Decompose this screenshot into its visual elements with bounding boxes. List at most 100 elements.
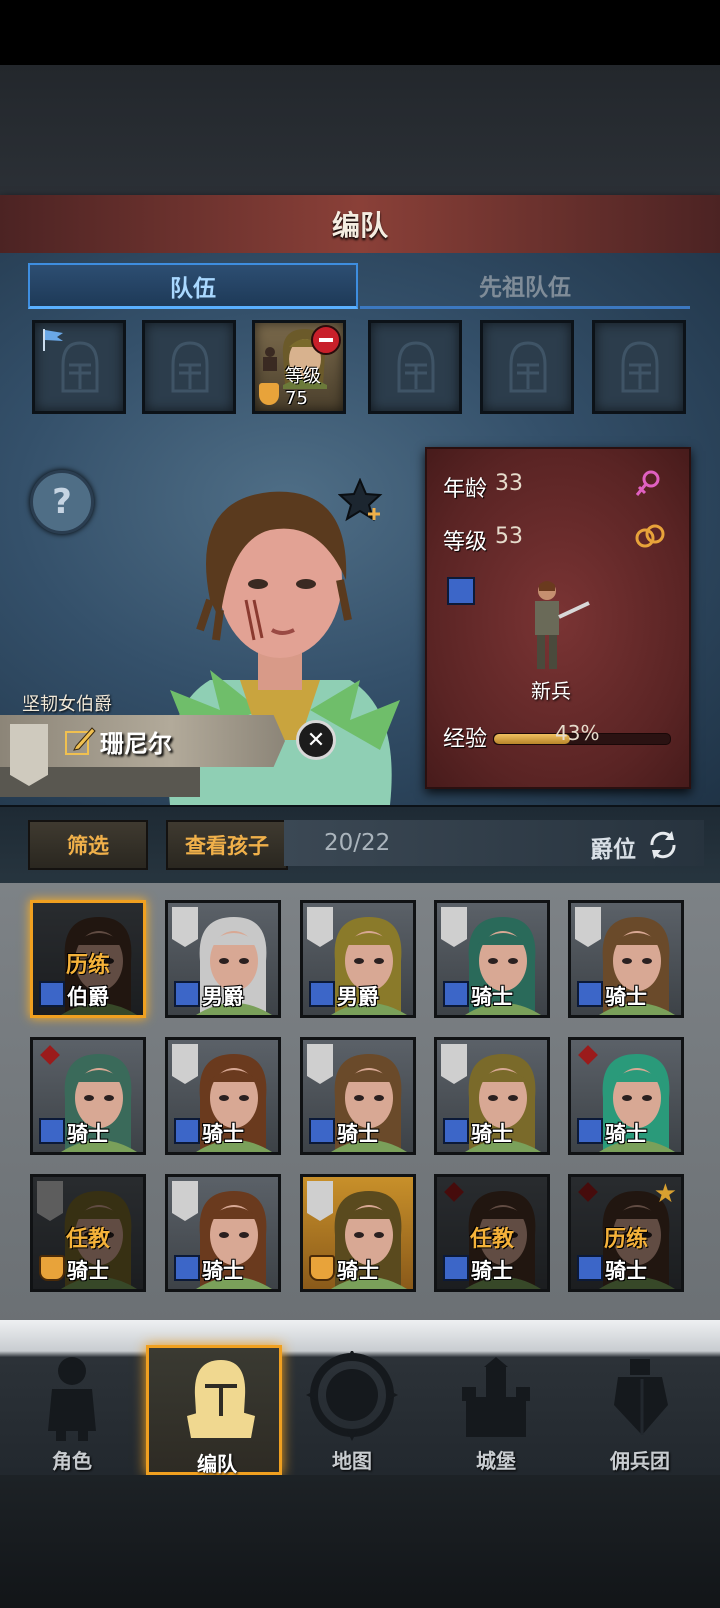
family-banner-icon bbox=[575, 1181, 601, 1221]
family-banner-icon bbox=[37, 1181, 63, 1221]
hero-rank-label: 骑士 bbox=[67, 1259, 109, 1283]
roster-hero-card[interactable]: 骑士 任教 bbox=[30, 1174, 146, 1292]
sword-class-icon bbox=[447, 577, 475, 605]
roster-hero-card[interactable]: 骑士 bbox=[568, 1037, 684, 1155]
exp-percent: 43% bbox=[555, 721, 600, 745]
family-banner-icon bbox=[307, 1044, 333, 1084]
hero-rank-label: 骑士 bbox=[605, 1122, 647, 1146]
compass-map-icon bbox=[306, 1351, 398, 1441]
hero-rank-label: 骑士 bbox=[605, 985, 647, 1009]
remove-from-team-button[interactable] bbox=[311, 325, 341, 355]
family-banner-icon bbox=[172, 1044, 198, 1084]
filter-button[interactable]: 筛选 bbox=[28, 820, 148, 870]
recruit-figure bbox=[535, 581, 590, 669]
helmet-placeholder-icon bbox=[61, 341, 99, 393]
nav-mercenary[interactable]: 佣兵团 bbox=[572, 1345, 708, 1475]
hero-class: 新兵 bbox=[531, 679, 571, 703]
family-banner-icon bbox=[575, 1044, 601, 1084]
nav-character-label: 角色 bbox=[52, 1449, 92, 1473]
level-label: 等级 bbox=[443, 530, 488, 555]
exp-label: 经验 bbox=[443, 727, 488, 752]
roster-hero-card[interactable]: 骑士 bbox=[30, 1037, 146, 1155]
roster-hero-card[interactable]: 骑士 bbox=[434, 900, 550, 1018]
family-banner-icon bbox=[172, 1181, 198, 1221]
nav-formation[interactable]: 编队 bbox=[146, 1345, 282, 1476]
sword-class-icon bbox=[443, 981, 469, 1007]
sword-class-icon bbox=[443, 1118, 469, 1144]
helmet-placeholder-icon bbox=[509, 341, 547, 393]
roster-hero-card[interactable]: 骑士 bbox=[300, 1174, 416, 1292]
sword-class-icon bbox=[443, 1255, 469, 1281]
roster-hero-card[interactable]: 伯爵 历练 bbox=[30, 900, 146, 1018]
sword-class-icon bbox=[577, 1255, 603, 1281]
shield-icon bbox=[309, 1255, 335, 1281]
hero-status-label: 历练 bbox=[65, 953, 110, 978]
sword-class-icon bbox=[577, 1118, 603, 1144]
bottom-background bbox=[0, 1475, 720, 1608]
family-banner-icon bbox=[441, 1181, 467, 1221]
nav-character[interactable]: 角色 bbox=[4, 1345, 140, 1475]
hero-title: 坚韧女伯爵 bbox=[22, 694, 112, 715]
tab-team[interactable]: 队伍 bbox=[28, 263, 358, 309]
roster-hero-card[interactable]: ★ 骑士 历练 bbox=[568, 1174, 684, 1292]
star-icon: ★ bbox=[653, 1179, 677, 1209]
female-icon bbox=[635, 470, 660, 496]
roster-hero-card[interactable]: 骑士 bbox=[568, 900, 684, 1018]
slot-level: 等级75 bbox=[285, 366, 321, 409]
sort-by-rank-label[interactable]: 爵位 bbox=[590, 830, 636, 864]
hero-rank-label: 骑士 bbox=[471, 1259, 513, 1283]
roster-hero-card[interactable]: 骑士 bbox=[165, 1174, 281, 1292]
sword-class-icon bbox=[309, 981, 335, 1007]
team-slot-6[interactable] bbox=[592, 320, 686, 414]
shield-icon bbox=[259, 383, 279, 405]
castle-icon bbox=[462, 1357, 530, 1437]
nav-mercenary-label: 佣兵团 bbox=[610, 1449, 670, 1473]
family-banner-icon bbox=[37, 1044, 63, 1084]
hero-stats-card: 年龄 33 等级 53 新兵 经验 43% bbox=[425, 447, 691, 789]
nav-formation-label: 编队 bbox=[197, 1452, 237, 1476]
dismiss-hero-button[interactable]: ✕ bbox=[296, 720, 336, 760]
roster-hero-card[interactable]: 骑士 bbox=[165, 1037, 281, 1155]
header-bar: 编队 bbox=[0, 195, 720, 256]
family-banner-icon bbox=[307, 1181, 333, 1221]
hero-status-label: 任教 bbox=[469, 1227, 514, 1252]
refresh-sort-icon[interactable] bbox=[646, 828, 680, 862]
nav-castle[interactable]: 城堡 bbox=[428, 1345, 564, 1475]
nav-castle-label: 城堡 bbox=[476, 1449, 516, 1473]
view-children-button[interactable]: 查看孩子 bbox=[166, 820, 288, 870]
team-slot-2[interactable] bbox=[142, 320, 236, 414]
hero-rank-label: 骑士 bbox=[202, 1122, 244, 1146]
nav-map-label: 地图 bbox=[332, 1449, 372, 1473]
helmet-placeholder-icon bbox=[621, 341, 659, 393]
top-background bbox=[0, 65, 720, 195]
edit-name-icon[interactable] bbox=[64, 724, 96, 756]
sword-class-icon bbox=[39, 1118, 65, 1144]
team-slot-3[interactable]: 等级75 bbox=[252, 320, 346, 414]
knight-armor-icon bbox=[48, 1357, 96, 1441]
team-slot-1[interactable] bbox=[32, 320, 126, 414]
hero-rank-label: 骑士 bbox=[67, 1122, 109, 1146]
tab-ancestor-team[interactable]: 先祖队伍 bbox=[360, 263, 690, 309]
hero-rank-label: 骑士 bbox=[202, 1259, 244, 1283]
roster-hero-card[interactable]: 男爵 bbox=[300, 900, 416, 1018]
roster-hero-card[interactable]: 骑士 bbox=[434, 1037, 550, 1155]
roster-hero-card[interactable]: 男爵 bbox=[165, 900, 281, 1018]
team-slot-5[interactable] bbox=[480, 320, 574, 414]
team-slot-4[interactable] bbox=[368, 320, 462, 414]
nav-map[interactable]: 地图 bbox=[284, 1345, 420, 1475]
age-label: 年龄 bbox=[443, 477, 488, 502]
help-button[interactable]: ? bbox=[30, 470, 94, 534]
family-banner-icon bbox=[441, 907, 467, 947]
roster-hero-card[interactable]: 骑士 任教 bbox=[434, 1174, 550, 1292]
family-banner-icon bbox=[575, 907, 601, 947]
sword-class-icon bbox=[39, 981, 65, 1007]
helmet-formation-icon bbox=[187, 1360, 255, 1438]
roster-hero-card[interactable]: 骑士 bbox=[300, 1037, 416, 1155]
page-title: 编队 bbox=[331, 209, 388, 242]
hero-rank-label: 男爵 bbox=[202, 985, 244, 1009]
hero-name: 珊尼尔 bbox=[100, 730, 172, 758]
sword-class-icon bbox=[309, 1118, 335, 1144]
family-banner-icon bbox=[307, 907, 333, 947]
shield-icon bbox=[39, 1255, 65, 1281]
hero-rank-label: 骑士 bbox=[337, 1122, 379, 1146]
